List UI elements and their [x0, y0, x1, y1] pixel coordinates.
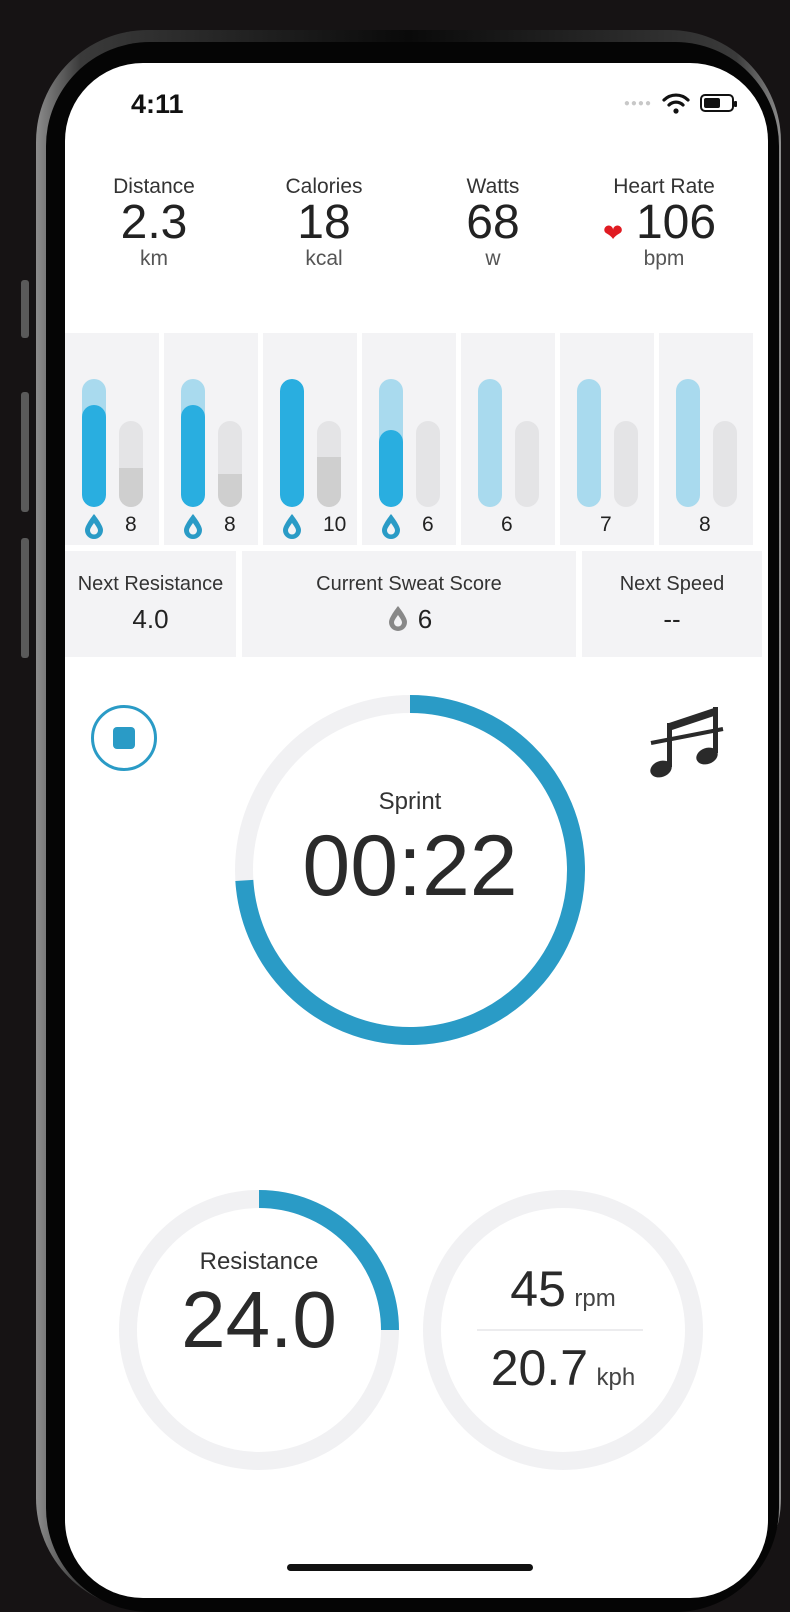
stat-calories: Calories 18 kcal: [249, 175, 399, 271]
sweat-bar-score: 6: [501, 513, 513, 536]
speed-row: 20.7 kph: [421, 1339, 705, 1410]
sweat-bar-cell: 6: [461, 333, 555, 545]
water-drop-icon: [83, 513, 105, 539]
stat-unit: kcal: [305, 247, 343, 270]
music-icon[interactable]: [649, 699, 725, 779]
next-resistance-panel: Next Resistance 4.0: [65, 551, 236, 657]
rpm-unit: rpm: [574, 1285, 616, 1312]
sweat-bar-cell: 10: [263, 333, 357, 545]
sweat-bar-main: [379, 379, 403, 507]
info-row: Next Resistance 4.0 Current Sweat Score …: [65, 551, 762, 657]
speed-unit: kph: [596, 1364, 636, 1391]
stop-icon: [113, 727, 135, 749]
next-speed-panel: Next Speed --: [582, 551, 762, 657]
rpm-value: 45: [510, 1261, 566, 1317]
sweat-bar-main: [577, 379, 601, 507]
stat-unit: bpm: [643, 247, 685, 270]
stat-value: 18: [297, 196, 351, 249]
volume-up-button: [21, 392, 29, 512]
sweat-bar-side: [218, 421, 242, 507]
sweat-bar-score: 8: [224, 513, 236, 536]
water-drop-icon: [380, 513, 402, 539]
sweat-bar-cell: 8: [164, 333, 258, 545]
mute-switch: [21, 280, 29, 338]
wifi-icon: [662, 93, 690, 114]
water-drop-icon: [182, 513, 204, 539]
sweat-bar-side: [614, 421, 638, 507]
next-speed-label: Next Speed: [619, 573, 725, 595]
timer-label: Sprint: [378, 788, 442, 815]
heart-icon: ❤: [603, 220, 624, 247]
timer-value: 00:22: [302, 818, 518, 914]
sweat-bar-score: 6: [422, 513, 434, 536]
volume-down-button: [21, 538, 29, 658]
sweat-bar-side: [119, 421, 143, 507]
home-indicator[interactable]: [287, 1564, 533, 1571]
cadence-center: 45 rpm 20.7 kph: [421, 1260, 705, 1410]
sweat-bars-row: 8 8 10 6 6 7 8: [65, 333, 753, 545]
sweat-bar-main: [280, 379, 304, 507]
stat-watts: Watts 68 w: [418, 175, 568, 271]
stat-value: 68: [466, 196, 520, 249]
sweat-bar-side: [515, 421, 539, 507]
sweat-bar-score: 8: [699, 513, 711, 536]
sweat-bar-cell: 6: [362, 333, 456, 545]
sweat-score-row: 6: [242, 604, 576, 635]
next-resistance-value: 4.0: [132, 604, 169, 634]
stat-heart-rate: Heart Rate 106 ❤ bpm: [589, 175, 739, 271]
stat-distance: Distance 2.3 km: [79, 175, 229, 271]
sweat-bar-cell: 7: [560, 333, 654, 545]
sweat-bar-main: [676, 379, 700, 507]
timer-center: Sprint 00:22: [233, 788, 587, 914]
next-speed-value: --: [663, 604, 681, 634]
sweat-bar-side: [416, 421, 440, 507]
battery-icon: [700, 94, 737, 112]
sweat-bar-main: [181, 379, 205, 507]
sweat-bar-side: [713, 421, 737, 507]
sweat-score-value: 6: [417, 604, 433, 634]
sweat-bar-score: 7: [600, 513, 612, 536]
resistance-label: Resistance: [199, 1248, 319, 1275]
sweat-bar-score: 10: [323, 513, 347, 536]
resistance-center: Resistance 24.0: [117, 1248, 401, 1364]
app-screen: 4:11 ●●●● Distance 2.3 km Calories 18 kc…: [65, 63, 768, 1598]
speed-value: 20.7: [490, 1340, 589, 1396]
sweat-bar-cell: 8: [659, 333, 753, 545]
next-resistance-label: Next Resistance: [77, 573, 224, 595]
stat-unit: w: [485, 247, 501, 270]
status-time: 4:11: [131, 89, 184, 119]
status-icons: ●●●●: [623, 91, 737, 115]
water-drop-icon: [388, 606, 407, 631]
sweat-bar-score: 8: [125, 513, 137, 536]
resistance-value: 24.0: [181, 1275, 337, 1364]
stop-button[interactable]: [91, 705, 157, 771]
signal-dots-icon: ●●●●: [623, 97, 652, 109]
stat-unit: km: [140, 247, 168, 270]
sweat-bar-side: [317, 421, 341, 507]
sweat-bar-cell: 8: [65, 333, 159, 545]
sweat-bar-main: [478, 379, 502, 507]
water-drop-icon: [281, 513, 303, 539]
sweat-bar-main: [82, 379, 106, 507]
rpm-row: 45 rpm: [421, 1260, 705, 1331]
sweat-score-label: Current Sweat Score: [316, 573, 502, 595]
stat-value: 2.3: [120, 196, 188, 249]
sweat-score-panel: Current Sweat Score 6: [242, 551, 576, 657]
